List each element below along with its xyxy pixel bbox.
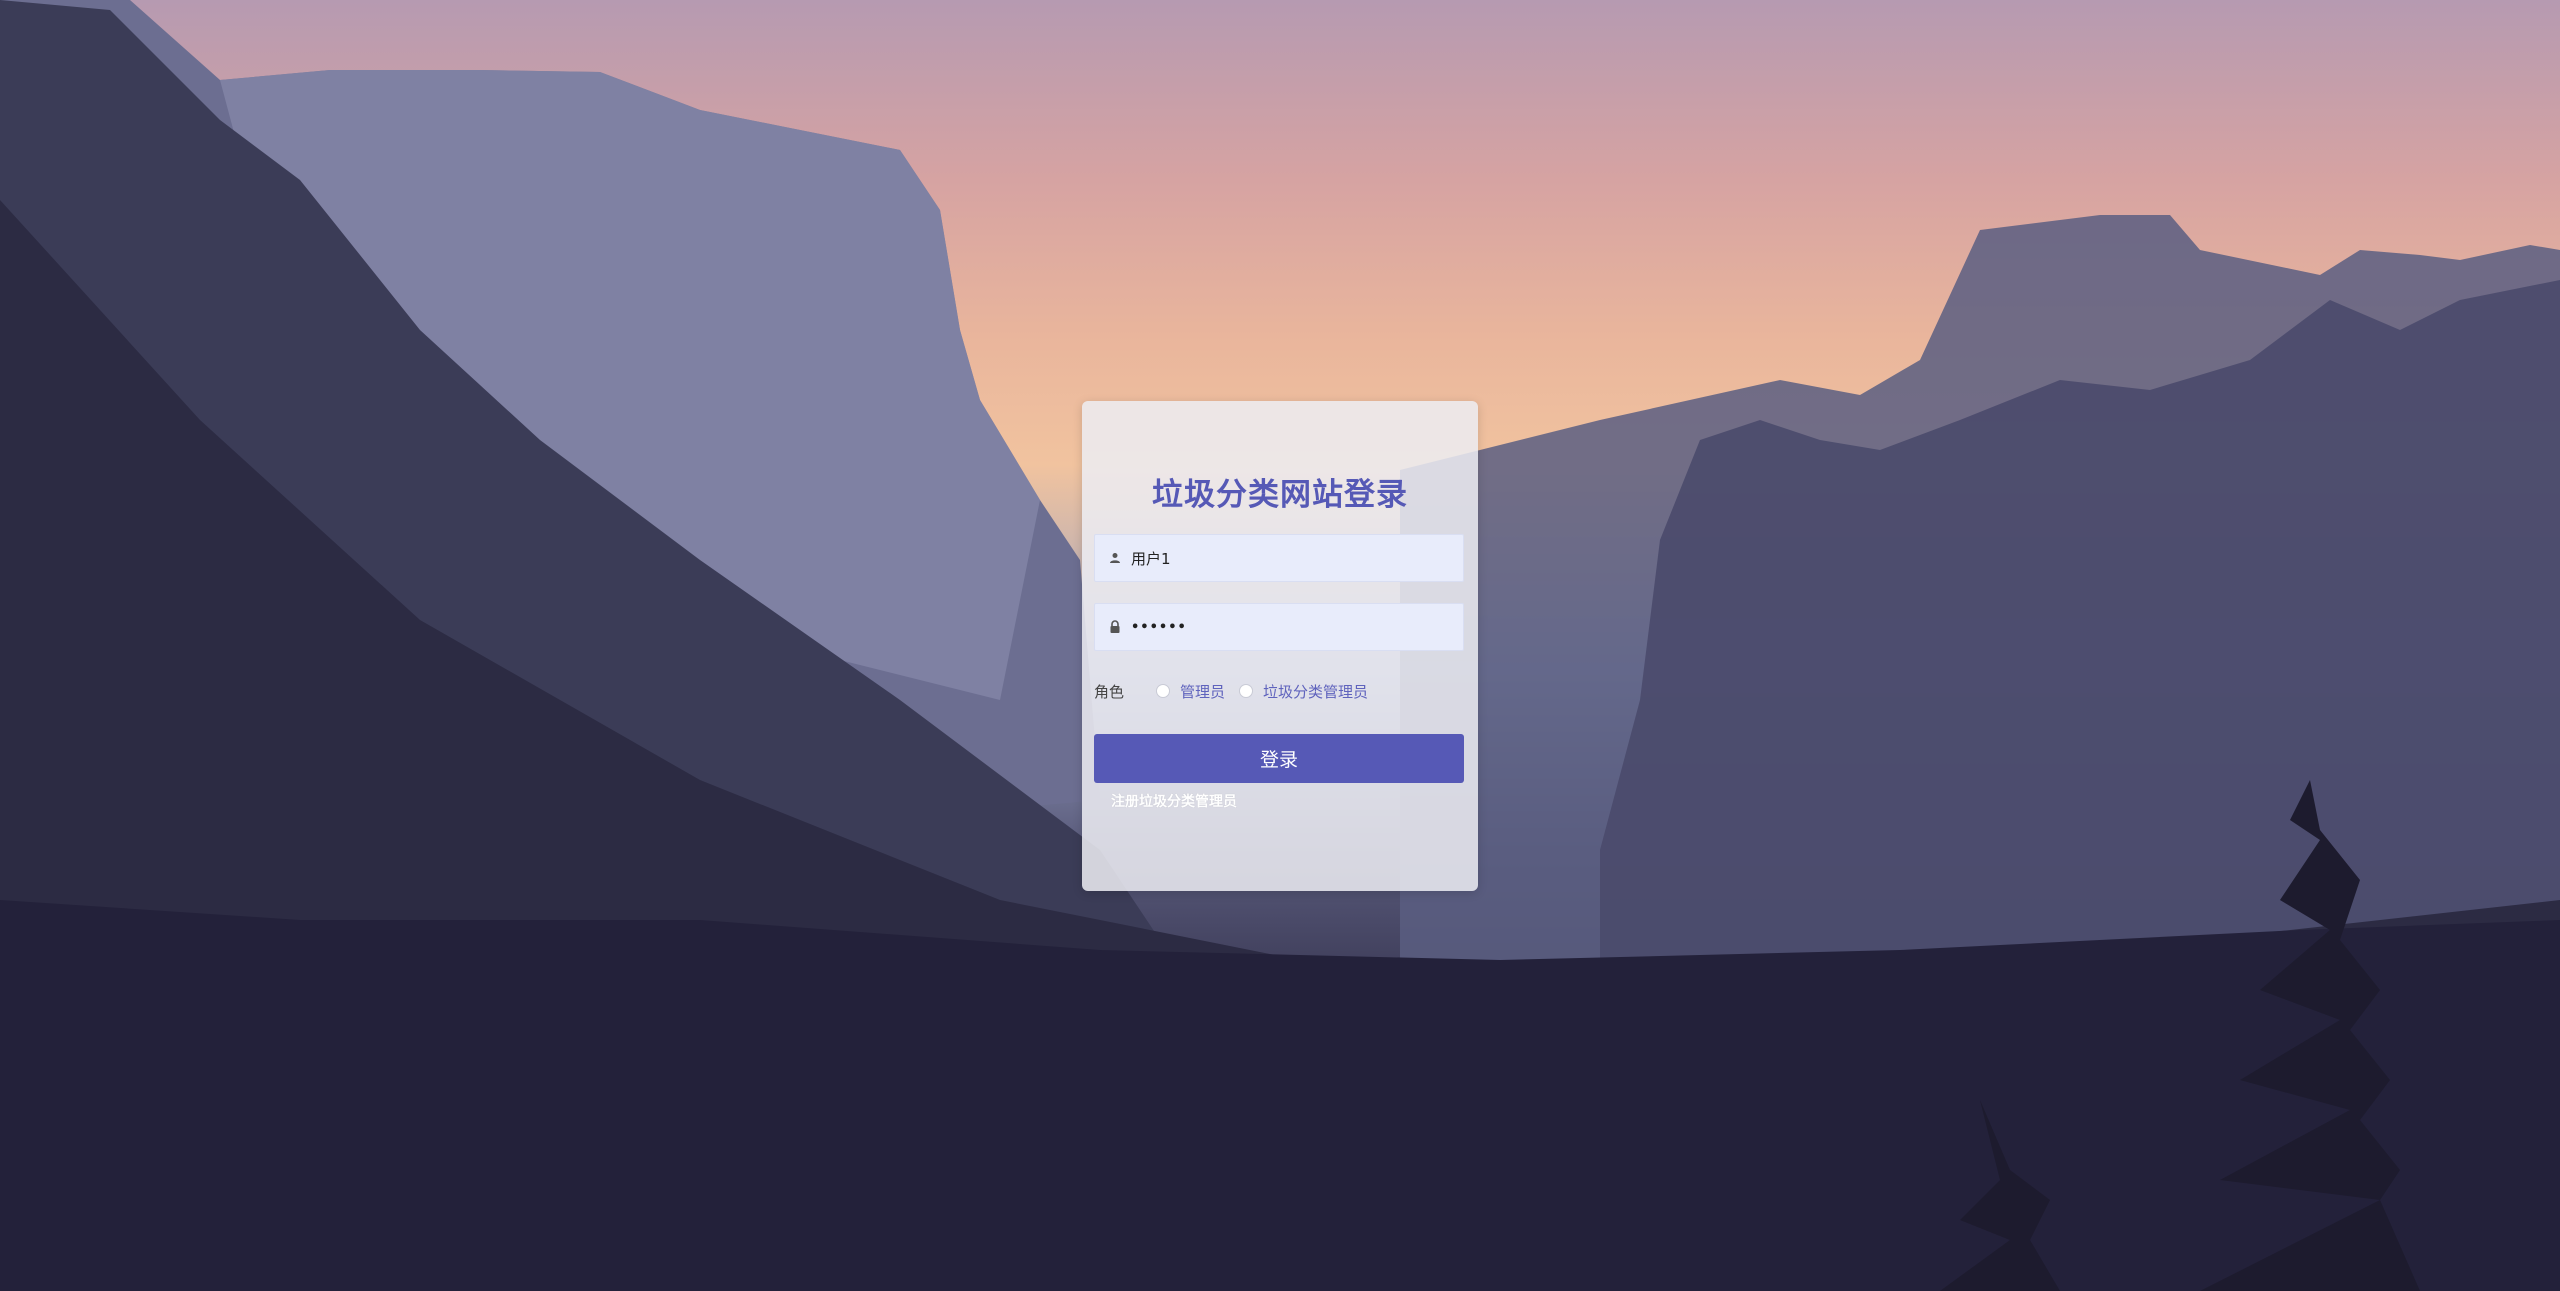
- login-title: 垃圾分类网站登录: [1152, 477, 1408, 513]
- role-label: 角色: [1094, 682, 1125, 701]
- lock-icon: [1105, 620, 1125, 634]
- register-link[interactable]: 注册垃圾分类管理员: [1111, 791, 1237, 811]
- role-radio-sorting-admin[interactable]: [1239, 684, 1254, 698]
- username-field[interactable]: 用户1: [1094, 534, 1464, 582]
- role-selector: 角色 管理员 垃圾分类管理员: [1094, 679, 1382, 703]
- role-option-admin[interactable]: 管理员: [1180, 681, 1225, 702]
- role-option-sorting-admin[interactable]: 垃圾分类管理员: [1263, 681, 1368, 702]
- login-button[interactable]: 登录: [1094, 734, 1464, 783]
- password-value: ••••••: [1131, 619, 1187, 635]
- user-icon: [1105, 552, 1125, 564]
- username-value: 用户1: [1131, 549, 1171, 568]
- login-card: 垃圾分类网站登录 用户1 •••••• 角色 管理员 垃圾分类管理员 登录 注册…: [1082, 401, 1478, 891]
- role-radio-admin[interactable]: [1156, 684, 1171, 698]
- password-field[interactable]: ••••••: [1094, 603, 1464, 651]
